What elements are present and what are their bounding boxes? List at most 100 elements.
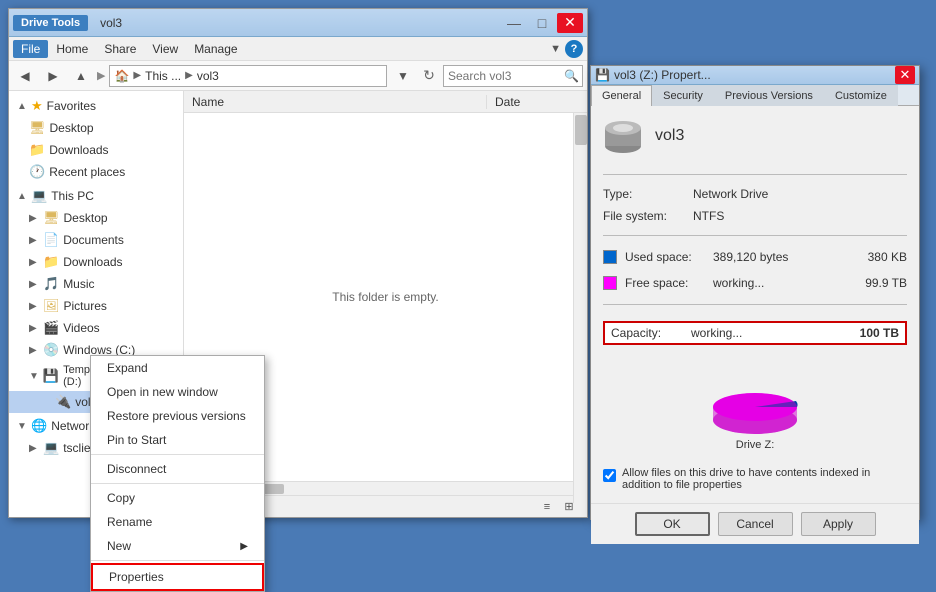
menu-home[interactable]: Home [48,40,96,58]
props-close-button[interactable]: ✕ [895,66,915,84]
fs-label: File system: [603,209,693,223]
folder-icon: 🎵 [43,276,59,292]
sidebar-item-documents[interactable]: ▶ 📄 Documents [9,229,183,251]
refresh-button[interactable]: ↻ [419,66,439,86]
forward-button[interactable]: ▶ [41,65,65,87]
ctx-open-new-window[interactable]: Open in new window [91,380,264,404]
pc-icon: 💻 [31,188,47,204]
free-space-row: Free space: working... 99.9 TB [603,276,907,290]
column-date: Date [487,95,587,109]
maximize-button[interactable]: □ [529,13,555,33]
search-input[interactable] [443,65,583,87]
search-icon: 🔍 [564,69,579,83]
tab-previous-versions[interactable]: Previous Versions [714,85,824,106]
expand-icon: ▶ [29,235,39,246]
expand-icon: ▶ [29,443,39,454]
sidebar-item-recent[interactable]: 🕐 Recent places [9,161,183,183]
apply-button[interactable]: Apply [801,512,876,536]
ctx-properties[interactable]: Properties [91,563,264,591]
expand-icon: ▶ [29,213,39,224]
title-bar-left: Drive Tools vol3 [13,15,122,31]
divider-2 [603,235,907,236]
folder-icon: 📄 [43,232,59,248]
tab-security[interactable]: Security [652,85,714,106]
menu-view[interactable]: View [144,40,186,58]
help-button[interactable]: ? [565,40,583,58]
folder-icon: 🎬 [43,320,59,336]
expand-icon: ▶ [29,301,39,312]
cancel-button[interactable]: Cancel [718,512,793,536]
sidebar-item-downloads2[interactable]: ▶ 📁 Downloads [9,251,183,273]
menu-bar: File Home Share View Manage ▼ ? [9,37,587,61]
props-tabs: General Security Previous Versions Custo… [591,85,919,106]
capacity-row: Capacity: working... 100 TB [603,321,907,345]
tab-general[interactable]: General [591,85,652,106]
props-content: vol3 Type: Network Drive File system: NT… [591,106,919,503]
expand-icon: ▶ [29,279,39,290]
capacity-bytes: working... [691,326,852,340]
used-label: Used space: [625,250,705,264]
scroll-bar-vertical[interactable] [573,113,587,503]
up-button[interactable]: ▲ [69,65,93,87]
close-button[interactable]: ✕ [557,13,583,33]
ctx-copy[interactable]: Copy [91,486,264,510]
free-size: 99.9 TB [865,276,907,290]
window-controls: — □ ✕ [501,13,583,33]
index-checkbox[interactable] [603,469,616,482]
minimize-button[interactable]: — [501,13,527,33]
path-home-icon: 🏠 [114,69,129,83]
sidebar-item-downloads[interactable]: 📁 Downloads [9,139,183,161]
favorites-icon: ★ [31,98,43,114]
free-label: Free space: [625,276,705,290]
context-menu: Expand Open in new window Restore previo… [90,355,265,592]
address-path[interactable]: 🏠 ▶ This ... ▶ vol3 [109,65,387,87]
search-wrapper: 🔍 [443,65,583,87]
ctx-rename[interactable]: Rename [91,510,264,534]
back-button[interactable]: ◀ [13,65,37,87]
list-view-button[interactable]: ≡ [537,498,557,516]
ok-button[interactable]: OK [635,512,710,536]
sidebar-item-music[interactable]: ▶ 🎵 Music [9,273,183,295]
network-icon: 🌐 [31,418,47,434]
tsclient-icon: 💻 [43,440,59,456]
sidebar-thispc-header[interactable]: ▲ 💻 This PC [9,185,183,207]
sidebar-item-videos[interactable]: ▶ 🎬 Videos [9,317,183,339]
sidebar-section-favorites: ▲ ★ Favorites 🖥 Desktop 📁 Downloads 🕐 Re… [9,95,183,183]
menu-file[interactable]: File [13,40,48,58]
fs-value: NTFS [693,209,724,223]
props-title-text: 💾 vol3 (Z:) Propert... [595,68,711,82]
used-space-row: Used space: 389,120 bytes 380 KB [603,250,907,264]
sidebar-item-desktop[interactable]: 🖥 Desktop [9,117,183,139]
path-segment-1: This ... [145,69,181,83]
drive-icon: 💿 [43,342,59,358]
address-dropdown[interactable]: ▼ [391,65,415,87]
sidebar-favorites-header[interactable]: ▲ ★ Favorites [9,95,183,117]
drive-image [603,118,643,154]
path-segment-vol3: vol3 [197,69,219,83]
menu-share[interactable]: Share [96,40,144,58]
sidebar-item-pictures[interactable]: ▶ 🖼 Pictures [9,295,183,317]
checkbox-row: Allow files on this drive to have conten… [603,467,907,491]
used-bytes: 389,120 bytes [713,250,860,264]
favorites-label: Favorites [47,99,96,113]
sidebar-item-desktop2[interactable]: ▶ 🖥 Desktop [9,207,183,229]
explorer-title: vol3 [100,16,122,30]
ctx-restore-versions[interactable]: Restore previous versions [91,404,264,428]
folder-icon: 🖥 [43,210,60,226]
scroll-thumb[interactable] [575,115,587,145]
expand-icon: ▲ [17,101,27,112]
tab-customize[interactable]: Customize [824,85,898,106]
ctx-new[interactable]: New ▶ [91,534,264,558]
ctx-separator-3 [91,560,264,561]
checkbox-label: Allow files on this drive to have conten… [622,467,907,491]
menu-manage[interactable]: Manage [186,40,245,58]
ctx-separator-2 [91,483,264,484]
ctx-disconnect[interactable]: Disconnect [91,457,264,481]
drive-icon: 💾 [43,368,59,384]
divider-3 [603,304,907,305]
folder-icon: 📁 [29,142,45,158]
ctx-pin-start[interactable]: Pin to Start [91,428,264,452]
drive-tools-label: Drive Tools [13,15,88,31]
props-drive-icon: 💾 [595,68,610,82]
ctx-expand[interactable]: Expand [91,356,264,380]
